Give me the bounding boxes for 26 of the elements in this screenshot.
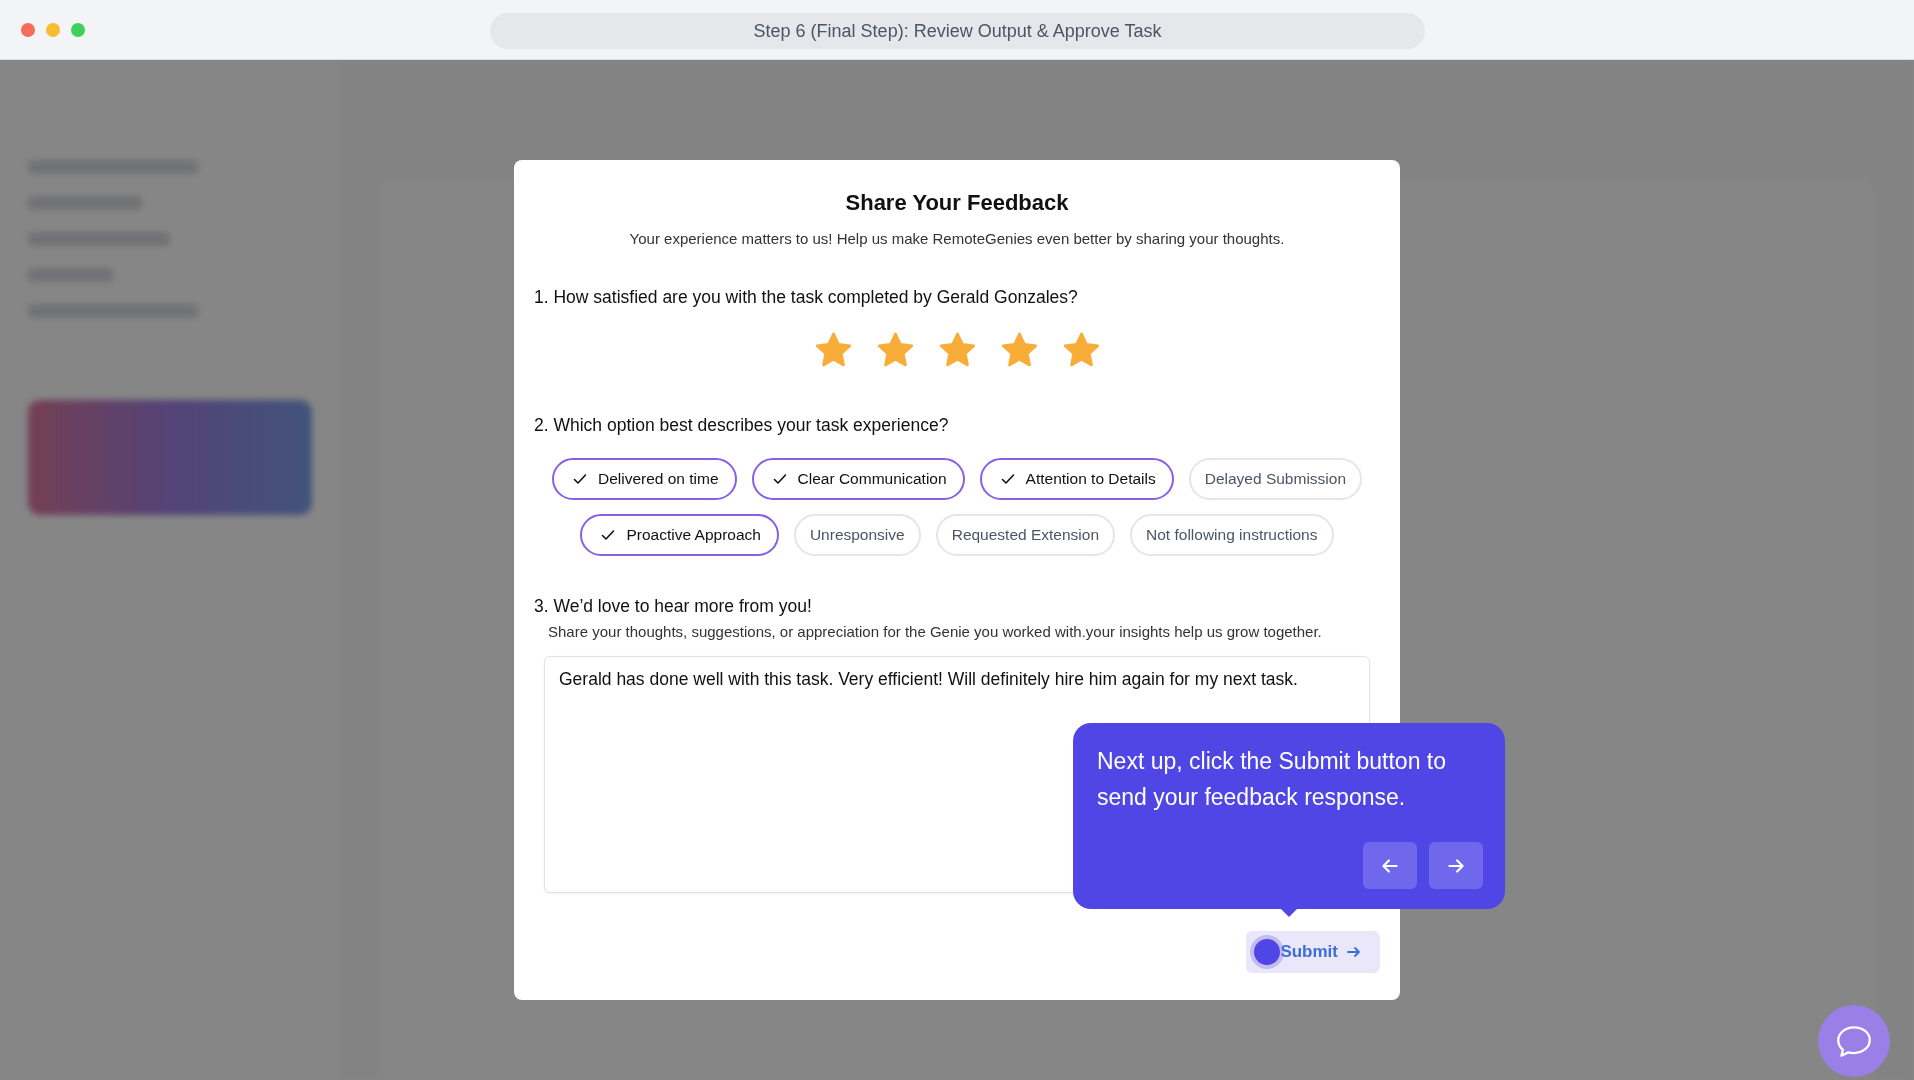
arrow-right-icon: [1346, 944, 1362, 960]
dialog-title: Share Your Feedback: [844, 190, 1070, 216]
window-title: Step 6 (Final Step): Review Output & Approve Task: [490, 13, 1425, 49]
close-icon[interactable]: [21, 22, 35, 37]
question-hint: Share your thoughts, suggestions, or appreciation for the Genie you worked with.your insights help us grow together.: [547, 623, 1323, 640]
check-icon: [999, 471, 1016, 487]
dialog-subtitle: Your experience matters to us! Help us make RemoteGenies even better by sharing your thoughts.: [628, 230, 1286, 247]
option-chip[interactable]: Requested Extension: [935, 514, 1116, 556]
question-text: 1. How satisfied are you with the task completed by Gerald Gonzales?: [534, 287, 1079, 308]
check-icon: [600, 527, 617, 543]
question-text: 2. Which option best describes your task experience?: [534, 415, 950, 436]
option-chip[interactable]: Proactive Approach: [580, 514, 779, 556]
submit-button[interactable]: Submit: [1246, 931, 1380, 973]
option-chip[interactable]: Attention to Details: [979, 458, 1174, 500]
minimize-icon[interactable]: [46, 22, 60, 37]
option-chip[interactable]: Not following instructions: [1130, 514, 1334, 556]
maximize-icon[interactable]: [71, 22, 85, 37]
option-chip[interactable]: Clear Communication: [751, 458, 965, 500]
option-chip[interactable]: Delivered on time: [551, 458, 737, 500]
question-text: 3. We’d love to hear more from you!: [534, 596, 813, 617]
check-icon: [771, 471, 788, 487]
option-chip[interactable]: Unresponsive: [793, 514, 921, 556]
check-icon: [571, 471, 588, 487]
next-button[interactable]: [1429, 842, 1483, 889]
option-chip[interactable]: Delayed Submission: [1188, 458, 1362, 500]
previous-button[interactable]: [1363, 842, 1417, 889]
